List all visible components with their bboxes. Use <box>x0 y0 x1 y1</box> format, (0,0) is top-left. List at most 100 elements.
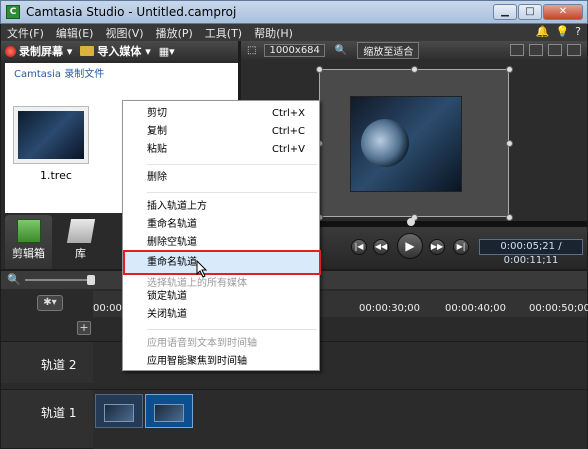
menu-separator <box>147 164 317 165</box>
view-options-icon[interactable]: ▦▾ <box>159 45 175 58</box>
shortcut-label: Ctrl+V <box>271 144 305 155</box>
menu-help[interactable]: 帮助(H) <box>248 25 299 41</box>
preview-tool-icons <box>510 44 581 56</box>
record-screen-button[interactable]: 录制屏幕 ▾ <box>5 43 72 59</box>
menu-item-label: 删除空轨道 <box>147 237 197 248</box>
import-media-button[interactable]: 导入媒体 ▾ <box>80 43 151 59</box>
menu-item-label: 应用智能聚焦到时间轴 <box>147 356 247 367</box>
record-screen-label: 录制屏幕 <box>19 45 63 58</box>
chevron-down-icon: ▾ <box>63 44 73 58</box>
preview-media <box>350 96 462 192</box>
skip-back-button[interactable]: |◀ <box>351 239 367 255</box>
camtasia-app-icon: C <box>6 5 20 19</box>
menu-item-delete[interactable]: 删除 <box>147 169 319 186</box>
context-menu: 剪切 Ctrl+X 复制 Ctrl+C 粘贴 Ctrl+V 删除 插入轨道上方 重命名… <box>122 100 321 371</box>
menu-play[interactable]: 播放(P) <box>150 25 199 41</box>
menu-separator <box>147 192 317 193</box>
zoom-dropdown[interactable]: 缩放至适合 <box>357 41 420 59</box>
menu-item-label: 重命名轨道 <box>147 219 197 230</box>
settings-gear-button[interactable]: ✱▾ <box>37 295 63 311</box>
menu-item-label: 删除 <box>147 172 167 183</box>
clip-thumbnail[interactable] <box>13 106 89 164</box>
resize-handle[interactable] <box>316 66 323 73</box>
track-label[interactable]: 轨道 2 <box>41 356 76 373</box>
clip-bin-label: Camtasia 录制文件 <box>14 69 105 80</box>
shortcut-label: Ctrl+C <box>271 126 305 137</box>
menu-item-rename-track-highlighted[interactable]: 重命名轨道 <box>147 254 319 271</box>
track-body[interactable] <box>93 390 587 449</box>
fullscreen-icon[interactable] <box>567 44 581 56</box>
lightbulb-icon[interactable]: 💡 <box>555 25 569 38</box>
menu-item-delete-empty-tracks[interactable]: 删除空轨道 <box>147 234 319 251</box>
window-controls: ▁ □ ✕ <box>492 4 583 20</box>
track-row: 轨道 1 <box>1 389 587 449</box>
import-media-label: 导入媒体 <box>97 45 142 58</box>
menu-item-label: 重命名轨道 <box>147 257 197 268</box>
bell-icon[interactable]: 🔔 <box>536 25 550 38</box>
left-toolbar: 录制屏幕 ▾ 导入媒体 ▾ ▦▾ <box>1 41 238 61</box>
menu-item-smart-focus[interactable]: 应用智能聚焦到时间轴 <box>147 353 319 370</box>
resize-handle[interactable] <box>506 66 513 73</box>
menu-item-close-track[interactable]: 关闭轨道 <box>147 306 319 323</box>
timeline-clip[interactable] <box>95 394 143 428</box>
clip-thumb <box>104 404 134 422</box>
menu-item-paste[interactable]: 粘贴 Ctrl+V <box>147 141 319 158</box>
resize-handle[interactable] <box>411 66 418 73</box>
menu-item-copy[interactable]: 复制 Ctrl+C <box>147 123 319 140</box>
fast-forward-button[interactable]: ▶▶ <box>429 239 445 255</box>
resize-handle[interactable] <box>506 140 513 147</box>
ruler-tick-label: 00:00:50;00 <box>529 303 588 314</box>
search-icon: 🔍 <box>7 273 21 286</box>
skip-forward-button[interactable]: ▶| <box>453 239 469 255</box>
tab-clip-bin-label: 剪辑箱 <box>12 247 45 260</box>
menu-item-cut[interactable]: 剪切 Ctrl+X <box>147 105 319 122</box>
mouse-cursor-icon <box>196 260 208 278</box>
help-icon[interactable]: ? <box>575 25 581 38</box>
track-label[interactable]: 轨道 1 <box>41 404 76 421</box>
menu-bar: 文件(F) 编辑(E) 视图(V) 播放(P) 工具(T) 帮助(H) 🔔 💡 … <box>1 24 587 41</box>
timeline-clip[interactable] <box>145 394 193 428</box>
close-button[interactable]: ✕ <box>543 4 583 20</box>
menu-item-label: 复制 <box>147 126 167 137</box>
menu-view[interactable]: 视图(V) <box>99 25 149 41</box>
menu-file[interactable]: 文件(F) <box>1 25 50 41</box>
search-icon: 🔍 <box>334 44 348 56</box>
scrubber-knob[interactable] <box>407 218 415 226</box>
window-title: Camtasia Studio - Untitled.camproj <box>26 5 237 19</box>
menu-item-label: 锁定轨道 <box>147 291 187 302</box>
menu-item-speech-to-text: 应用语音到文本到时间轴 <box>147 335 319 352</box>
menu-item-label: 插入轨道上方 <box>147 201 207 212</box>
pan-icon[interactable] <box>529 44 543 56</box>
zoom-slider[interactable] <box>25 279 95 281</box>
menu-item-rename-track[interactable]: 重命名轨道 <box>147 216 319 233</box>
clip-filename: 1.trec <box>40 169 72 182</box>
resize-handle[interactable] <box>506 214 513 221</box>
film-icon <box>16 219 41 243</box>
preview-canvas[interactable] <box>316 66 513 221</box>
menu-edit[interactable]: 编辑(E) <box>50 25 100 41</box>
record-icon <box>5 45 16 57</box>
chevron-down-icon: ▾ <box>141 44 151 58</box>
menu-item-label: 粘贴 <box>147 144 167 155</box>
tab-clip-bin[interactable]: 剪辑箱 <box>5 215 52 269</box>
menu-tools[interactable]: 工具(T) <box>199 25 248 41</box>
maximize-button[interactable]: □ <box>518 4 542 20</box>
rewind-button[interactable]: ◀◀ <box>373 239 389 255</box>
resize-icon[interactable]: ⬚ <box>247 45 256 56</box>
add-track-button[interactable]: + <box>77 321 91 335</box>
tab-library[interactable]: 库 <box>57 215 104 269</box>
clip-thumb <box>154 404 184 422</box>
menu-item-insert-track-above[interactable]: 插入轨道上方 <box>147 198 319 215</box>
detach-icon[interactable] <box>548 44 562 56</box>
minimize-button[interactable]: ▁ <box>493 4 517 20</box>
menu-item-lock-track[interactable]: 锁定轨道 <box>147 288 319 305</box>
crop-icon[interactable] <box>510 44 524 56</box>
library-icon <box>66 219 95 243</box>
ruler-tick-label: 00:00:30;00 <box>359 303 421 314</box>
play-button[interactable]: ▶ <box>397 233 423 259</box>
shortcut-label: Ctrl+X <box>271 108 305 119</box>
menu-item-label: 关闭轨道 <box>147 309 187 320</box>
dimensions-button[interactable]: 1000x684 <box>264 43 325 57</box>
zoom-slider-knob[interactable] <box>87 275 95 285</box>
menu-item-label: 剪切 <box>147 108 167 119</box>
